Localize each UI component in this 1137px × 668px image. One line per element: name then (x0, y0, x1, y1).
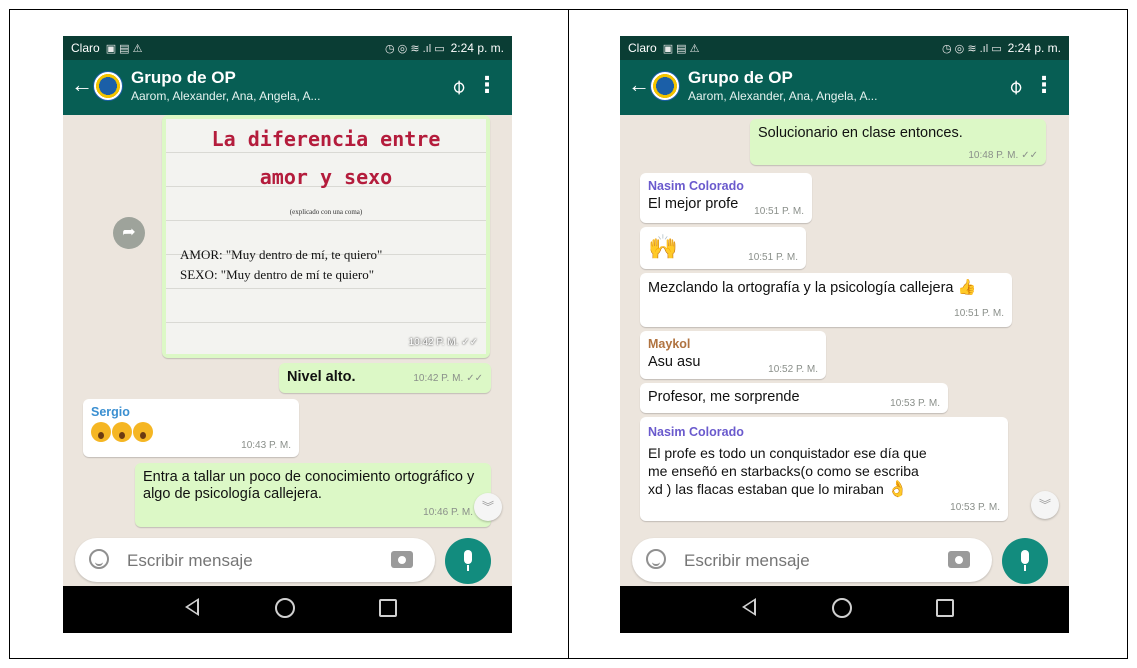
table-divider (568, 9, 569, 659)
image-subtitle: (explicado con una coma) (289, 208, 363, 216)
nav-home-icon[interactable] (275, 598, 295, 618)
mic-button[interactable] (445, 538, 491, 584)
carrier-label: Claro (71, 41, 100, 55)
message-text: El profe es todo un conquistador ese día… (648, 445, 927, 497)
phone-screenshot-right: Claro ▣ ▤ ⚠ ◷ ◎ ≋ .ıl ▭ 2:24 p. m. ← Gru… (620, 36, 1069, 633)
message-time: 10:48 P. M. ✓✓ (968, 150, 1038, 161)
image-line-sexo: SEXO: "Muy dentro de mí te quiero" (180, 267, 375, 282)
message-text: Profesor, me sorprende (648, 389, 800, 405)
camera-icon[interactable] (948, 551, 970, 568)
message-bubble[interactable]: Profesor, me sorprende 10:53 P. M. (640, 383, 948, 413)
message-time: 10:51 P. M. (754, 206, 804, 217)
group-title[interactable]: Grupo de OP (131, 68, 236, 88)
message-text: Solucionario en clase entonces. (758, 125, 963, 141)
message-input-bar (75, 538, 435, 582)
signal-icons: ◷ ◎ ≋ .ıl ▭ (385, 42, 445, 55)
message-time: 10:53 P. M. (950, 502, 1000, 513)
message-time: 10:46 P. M. (423, 507, 473, 518)
message-time: 10:43 P. M. (241, 440, 291, 451)
signal-icons: ◷ ◎ ≋ .ıl ▭ (942, 42, 1002, 55)
message-bubble[interactable]: Maykol Asu asu 10:52 P. M. (640, 331, 826, 379)
nav-recent-apps-icon[interactable] (379, 599, 397, 617)
status-bar: Claro ▣ ▤ ⚠ ◷ ◎ ≋ .ıl ▭ 2:24 p. m. (620, 36, 1069, 60)
more-options-icon[interactable]: ⋮ (1033, 72, 1055, 98)
message-time: 10:42 P. M. ✓✓ (413, 373, 483, 384)
chat-area: La diferencia entre amor y sexo (explica… (63, 115, 512, 535)
raised-hands-emoji-icon: 🙌 (648, 234, 678, 261)
message-time: 10:51 P. M. (748, 252, 798, 263)
nav-home-icon[interactable] (832, 598, 852, 618)
image-content: La diferencia entre amor y sexo (explica… (166, 119, 486, 354)
chat-header: ← Grupo de OP Aarom, Alexander, Ana, Ang… (63, 60, 512, 115)
message-bubble[interactable]: Solucionario en clase entonces. 10:48 P.… (750, 119, 1046, 165)
message-bubble[interactable]: Nasim Colorado El profe es todo un conqu… (640, 417, 1008, 521)
chat-area: Solucionario en clase entonces. 10:48 P.… (620, 115, 1069, 535)
notification-icons: ▣ ▤ ⚠ (105, 42, 143, 55)
emoji-smiley-icon[interactable] (89, 549, 109, 569)
message-bubble[interactable]: Sergio 10:43 P. M. (83, 399, 299, 457)
back-arrow-icon[interactable]: ← (628, 74, 650, 96)
nav-recent-apps-icon[interactable] (936, 599, 954, 617)
carrier-label: Claro (628, 41, 657, 55)
message-time: 10:52 P. M. (768, 364, 818, 375)
message-text: Asu asu (648, 354, 701, 370)
status-bar: Claro ▣ ▤ ⚠ ◷ ◎ ≋ .ıl ▭ 2:24 p. m. (63, 36, 512, 60)
nav-back-icon[interactable] (185, 598, 199, 616)
message-text: Mezclando la ortografía y la psicología … (648, 280, 954, 296)
group-avatar[interactable] (93, 71, 123, 101)
group-members[interactable]: Aarom, Alexander, Ana, Angela, A... (688, 89, 877, 103)
clock-label: 2:24 p. m. (450, 41, 504, 55)
forward-icon[interactable]: ➦ (113, 217, 145, 249)
message-text: Nivel alto. (287, 369, 356, 385)
android-nav-bar (63, 586, 512, 633)
sender-name: Nasim Colorado (648, 179, 744, 193)
message-time: 10:42 P. M. ✓✓ (408, 337, 478, 348)
back-arrow-icon[interactable]: ← (71, 74, 93, 96)
thumbs-up-emoji-icon: 👍 (957, 279, 977, 296)
mic-button[interactable] (1002, 538, 1048, 584)
nav-back-icon[interactable] (742, 598, 756, 616)
message-bubble[interactable]: Mezclando la ortografía y la psicología … (640, 273, 1012, 327)
group-avatar[interactable] (650, 71, 680, 101)
image-message[interactable]: La diferencia entre amor y sexo (explica… (162, 115, 490, 358)
emoji-smiley-icon[interactable] (646, 549, 666, 569)
phone-screenshot-left: Claro ▣ ▤ ⚠ ◷ ◎ ≋ .ıl ▭ 2:24 p. m. ← Gru… (63, 36, 512, 633)
message-text: El mejor profe (648, 196, 739, 212)
attach-clip-icon[interactable]: ⌀ (445, 73, 471, 99)
message-time: 10:53 P. M. (890, 398, 940, 409)
message-text: Entra a tallar un poco de conocimiento o… (143, 469, 475, 502)
scream-emoji-icons (91, 422, 154, 442)
message-bubble[interactable]: 🙌 10:51 P. M. (640, 227, 806, 269)
clock-label: 2:24 p. m. (1007, 41, 1061, 55)
chat-header: ← Grupo de OP Aarom, Alexander, Ana, Ang… (620, 60, 1069, 115)
message-input[interactable] (125, 550, 369, 572)
message-input-bar (632, 538, 992, 582)
message-input[interactable] (682, 550, 926, 572)
more-options-icon[interactable]: ⋮ (476, 72, 498, 98)
notification-icons: ▣ ▤ ⚠ (662, 42, 700, 55)
message-time: 10:51 P. M. (954, 308, 1004, 319)
message-bubble[interactable]: Entra a tallar un poco de conocimiento o… (135, 463, 491, 527)
sender-name: Maykol (648, 337, 691, 351)
scroll-down-icon[interactable]: ︾ (1031, 491, 1059, 519)
android-nav-bar (620, 586, 1069, 633)
sender-name: Nasim Colorado (648, 425, 744, 439)
camera-icon[interactable] (391, 551, 413, 568)
group-members[interactable]: Aarom, Alexander, Ana, Angela, A... (131, 89, 320, 103)
sender-name: Sergio (91, 405, 130, 419)
scroll-down-icon[interactable]: ︾ (474, 493, 502, 521)
message-bubble[interactable]: Nivel alto. 10:42 P. M. ✓✓ (279, 363, 491, 393)
group-title[interactable]: Grupo de OP (688, 68, 793, 88)
image-title-line2: amor y sexo (259, 165, 393, 189)
image-title-line1: La diferencia entre (211, 127, 441, 151)
message-bubble[interactable]: Nasim Colorado El mejor profe 10:51 P. M… (640, 173, 812, 223)
image-line-amor: AMOR: "Muy dentro de mí, te quiero" (180, 247, 383, 262)
ok-hand-emoji-icon: 👌 (887, 481, 908, 498)
attach-clip-icon[interactable]: ⌀ (1002, 73, 1028, 99)
